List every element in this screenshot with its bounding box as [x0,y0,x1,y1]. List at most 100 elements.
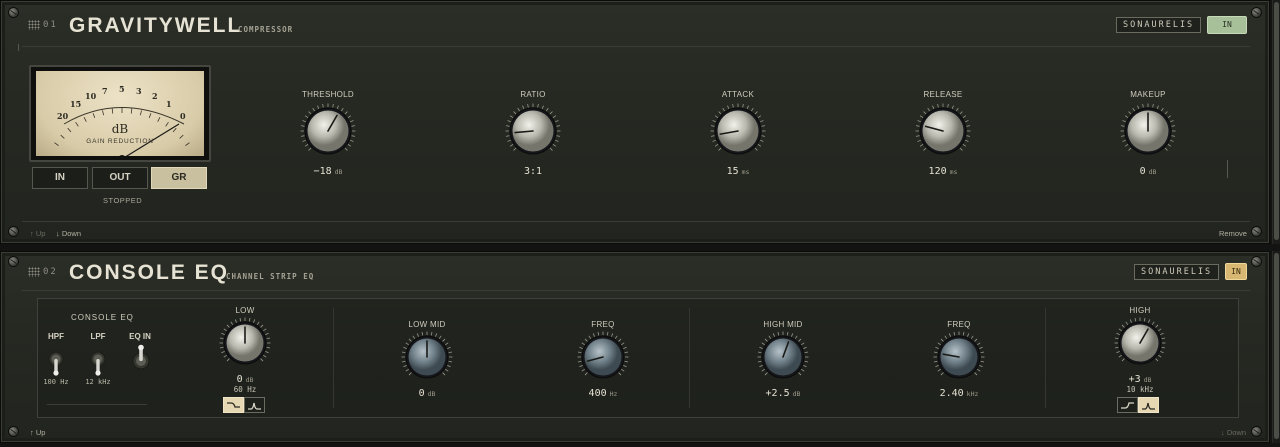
meter-scale-label: 7 [102,86,108,96]
knob-label: FREQ [947,320,971,329]
meter-scale-label: 2 [152,91,158,101]
divider [22,290,1250,291]
low-knob[interactable] [218,316,272,374]
high-bell-button[interactable] [1138,397,1159,413]
slot-number: 02 [43,267,58,277]
screw-icon [1252,427,1261,436]
meter-scale-label: 20 [57,111,69,121]
knob-value-number: 3:1 [523,166,543,177]
low-bell-button[interactable] [244,397,265,413]
divider [1227,160,1228,178]
meter-tick [92,113,96,119]
move-up-button[interactable]: ↑ Up [30,428,45,437]
low-shelf-button[interactable] [223,397,244,413]
brand-badge: SONAURELIS [1134,264,1220,280]
meter-tick [148,113,152,119]
divider [1045,308,1046,408]
knob-value-unit: dB [1148,168,1157,176]
shelf-icon [227,401,240,408]
screw-icon [1252,227,1261,236]
ratio-knob[interactable] [504,102,562,164]
move-up-button[interactable]: ↑ Up [30,229,45,238]
knob-value: 400 Hz [553,388,653,399]
knob-label: THRESHOLD [301,90,355,99]
knob-label: LOW MID [408,320,446,329]
knob-label: RELEASE [923,90,963,99]
drag-handle-icon[interactable] [28,267,40,277]
knob-value-unit: dB [245,376,254,384]
meter-scale-label: 10 [85,91,97,101]
meter-mode-in-button[interactable]: IN [32,167,88,189]
knob-value-unit: kHz [966,390,979,398]
meter-tick [157,117,161,122]
knob-value: 0 dB [195,374,295,385]
knob-value-number: 120 [928,166,947,177]
knob-value: +3 dB [1090,374,1190,385]
high-mid-knob[interactable] [756,330,810,388]
meter-tick [111,108,114,114]
bypass-in-button[interactable]: IN [1225,263,1247,280]
plugin-subtitle: COMPRESSOR [238,25,294,34]
knob-value-number: 0 [236,374,243,385]
knob-value-unit: dB [427,390,436,398]
makeup-knob[interactable] [1119,102,1177,164]
meter-scale-label: 5 [119,84,125,94]
attack-knob[interactable] [709,102,767,164]
divider [22,221,1250,222]
eq-in-label: EQ IN [129,332,151,341]
high-shelf-button[interactable] [1117,397,1138,413]
knob-label: LOW [235,306,255,315]
meter-mode-out-button[interactable]: OUT [92,167,148,189]
high-knob[interactable] [1113,316,1167,374]
knob-value-unit: ms [741,168,750,176]
meter-unit: dB [111,122,129,136]
freq-knob[interactable] [932,330,986,388]
hpf-toggle[interactable] [48,351,64,377]
meter-tick [102,110,105,116]
bypass-in-button[interactable]: IN [1207,16,1247,34]
release-knob[interactable] [914,102,972,164]
move-down-button[interactable]: ↓ Down [1221,428,1246,437]
meter-tick [83,117,87,122]
divider [689,308,690,408]
move-down-button[interactable]: ↓ Down [56,229,81,238]
threshold-knob[interactable] [299,102,357,164]
divider [333,308,334,408]
knob-value: 3:1 [483,166,583,177]
knob-value-number: 400 [588,388,607,399]
freq-knob[interactable] [576,330,630,388]
band-frequency: 60 Hz [233,385,257,394]
meter-mode-gr-button[interactable]: GR [151,167,207,189]
lpf-label: LPF [90,332,106,341]
knob-value-number: +2.5 [765,388,790,399]
knob-value: 120 ms [893,166,993,177]
knob-value: +2.5 dB [733,388,833,399]
meter-scale-label: 3 [136,86,142,96]
knob-value-unit: dB [334,168,343,176]
divider [22,46,1250,47]
knob-label: HIGH [1129,306,1151,315]
scrollbar[interactable] [1272,0,1280,244]
knob-value: 0 dB [377,388,477,399]
remove-button[interactable]: Remove [1219,229,1247,238]
divider [47,404,147,405]
lpf-toggle[interactable] [90,351,106,377]
screw-icon [9,257,18,266]
scrollbar[interactable] [1272,251,1280,443]
drag-handle-icon[interactable] [28,20,40,30]
knob-value: −18 dB [278,166,378,177]
high-shape-selector [1117,397,1159,413]
plugin-subtitle: CHANNEL STRIP EQ [226,272,315,281]
knob-value-number: +3 [1128,374,1141,385]
low-shape-selector [223,397,265,413]
meter-face: 20 15 10 7 5 3 2 1 0 dB GAIN REDUCTION [36,71,204,156]
transport-status: STOPPED [103,196,143,205]
low-mid-knob[interactable] [400,330,454,388]
eq-panel-title: CONSOLE EQ [71,313,134,322]
knob-value-number: −18 [313,166,332,177]
eq-in-toggle[interactable] [132,344,150,372]
knob-value-number: 0 [1139,166,1146,177]
knob-value-unit: Hz [609,390,618,398]
meter-scale-label: 1 [166,99,172,109]
knob-value: 0 dB [1098,166,1198,177]
